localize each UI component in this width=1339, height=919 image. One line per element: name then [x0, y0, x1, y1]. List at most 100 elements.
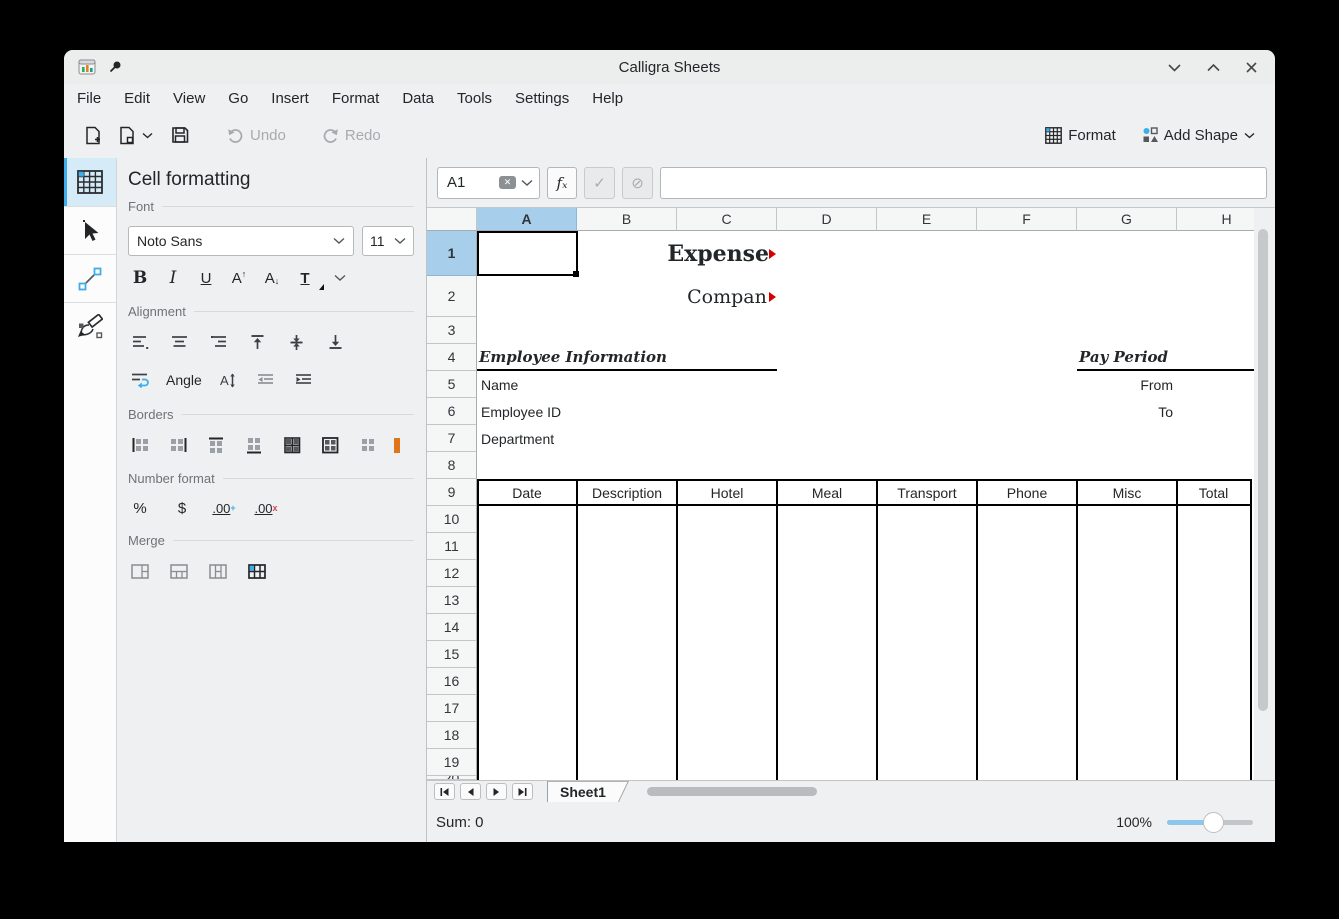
zoom-slider-knob[interactable] — [1203, 812, 1224, 833]
font-color-chevron-icon[interactable] — [334, 274, 346, 282]
percent-format-button[interactable]: % — [128, 495, 152, 521]
row-header[interactable]: 1 — [427, 231, 477, 276]
connector-tool-button[interactable] — [64, 254, 116, 302]
next-sheet-button[interactable] — [486, 783, 507, 800]
row-header[interactable]: 13 — [427, 587, 477, 614]
cell-f9[interactable]: Phone — [979, 481, 1075, 504]
vertical-scrollbar[interactable] — [1255, 208, 1271, 780]
currency-format-button[interactable]: $ — [170, 495, 194, 521]
decrease-precision-button[interactable]: .00x — [254, 495, 278, 521]
column-header-g[interactable]: G — [1077, 208, 1177, 231]
new-document-button[interactable] — [78, 122, 108, 149]
column-header-c[interactable]: C — [677, 208, 777, 231]
row-header[interactable]: 8 — [427, 452, 477, 479]
column-header-a[interactable]: A — [477, 208, 577, 231]
shrink-font-button[interactable]: A↓ — [260, 265, 284, 291]
vertical-text-button[interactable]: A — [216, 367, 240, 393]
row-header[interactable]: 12 — [427, 560, 477, 587]
cell-c1[interactable]: Expense — [677, 231, 777, 276]
row-header[interactable]: 20 — [427, 776, 477, 780]
cell-a6[interactable]: Employee ID — [481, 398, 677, 425]
horizontal-scrollbar-thumb[interactable] — [647, 787, 817, 796]
align-center-button[interactable] — [167, 329, 191, 355]
cell-a5[interactable]: Name — [481, 371, 677, 398]
border-bottom-button[interactable] — [242, 432, 266, 458]
sheet-tab[interactable]: Sheet1 — [547, 781, 628, 802]
wrap-text-button[interactable] — [128, 367, 152, 393]
row-header[interactable]: 15 — [427, 641, 477, 668]
border-all-button[interactable] — [280, 432, 304, 458]
menu-help[interactable]: Help — [592, 90, 623, 107]
cell-reference-combo[interactable]: A1 ✕ — [437, 167, 540, 199]
path-edit-tool-button[interactable] — [64, 302, 116, 350]
cell-g4[interactable]: Pay Period — [1079, 344, 1254, 370]
cell-c2[interactable]: Compan — [677, 276, 777, 317]
border-right-button[interactable] — [166, 432, 190, 458]
menu-file[interactable]: File — [77, 90, 101, 107]
cell-tool-button[interactable] — [64, 158, 116, 206]
maximize-button[interactable] — [1207, 63, 1220, 72]
menu-insert[interactable]: Insert — [271, 90, 309, 107]
first-sheet-button[interactable] — [434, 783, 455, 800]
menu-go[interactable]: Go — [228, 90, 248, 107]
column-header-b[interactable]: B — [577, 208, 677, 231]
underline-button[interactable]: U — [194, 265, 218, 291]
clear-reference-icon[interactable]: ✕ — [499, 176, 516, 189]
column-header-h[interactable]: H — [1177, 208, 1254, 231]
selection-handle[interactable] — [573, 271, 579, 277]
row-header[interactable]: 4 — [427, 344, 477, 371]
increase-precision-button[interactable]: .00+ — [212, 495, 236, 521]
merge-vertical-button[interactable] — [206, 558, 230, 584]
cell-d9[interactable]: Meal — [779, 481, 875, 504]
align-bottom-button[interactable] — [323, 329, 347, 355]
select-all-corner[interactable] — [427, 208, 477, 231]
close-button[interactable] — [1246, 62, 1257, 73]
cell-a7[interactable]: Department — [481, 425, 677, 452]
align-left-button[interactable] — [128, 329, 152, 355]
border-color-swatch[interactable] — [394, 438, 400, 453]
menu-tools[interactable]: Tools — [457, 90, 492, 107]
row-header[interactable]: 10 — [427, 506, 477, 533]
titlebar[interactable]: Calligra Sheets — [64, 50, 1275, 84]
cell-g6[interactable]: To — [1077, 398, 1173, 425]
column-header-e[interactable]: E — [877, 208, 977, 231]
angle-button[interactable]: Angle — [166, 367, 202, 393]
cell-canvas[interactable]: Expense Compan Employee Information Pay … — [477, 231, 1254, 780]
menu-view[interactable]: View — [173, 90, 205, 107]
row-header[interactable]: 5 — [427, 371, 477, 398]
border-none-button[interactable] — [356, 432, 380, 458]
cell-g5[interactable]: From — [1077, 371, 1173, 398]
format-button[interactable]: Format — [1039, 123, 1122, 148]
add-shape-button[interactable]: Add Shape — [1136, 123, 1261, 148]
vertical-scrollbar-thumb[interactable] — [1258, 229, 1268, 711]
cell-g9[interactable]: Misc — [1079, 481, 1175, 504]
cell-c9[interactable]: Hotel — [679, 481, 775, 504]
row-header[interactable]: 18 — [427, 722, 477, 749]
font-family-select[interactable]: Noto Sans — [128, 226, 354, 256]
row-header[interactable]: 19 — [427, 749, 477, 776]
menu-settings[interactable]: Settings — [515, 90, 569, 107]
bold-button[interactable]: B — [128, 265, 152, 291]
menu-format[interactable]: Format — [332, 90, 380, 107]
row-header[interactable]: 17 — [427, 695, 477, 722]
last-sheet-button[interactable] — [512, 783, 533, 800]
row-header[interactable]: 9 — [427, 479, 477, 506]
row-header[interactable]: 6 — [427, 398, 477, 425]
cell-e9[interactable]: Transport — [879, 481, 975, 504]
row-header[interactable]: 7 — [427, 425, 477, 452]
open-document-button[interactable] — [112, 122, 159, 149]
unmerge-cells-button[interactable] — [245, 558, 269, 584]
align-middle-button[interactable] — [284, 329, 308, 355]
border-outer-button[interactable] — [318, 432, 342, 458]
merge-horizontal-button[interactable] — [167, 558, 191, 584]
menu-data[interactable]: Data — [402, 90, 434, 107]
cell-selection-a1[interactable] — [477, 231, 578, 276]
pin-icon[interactable] — [108, 60, 122, 74]
increase-indent-button[interactable] — [292, 367, 316, 393]
font-color-button[interactable]: T — [293, 265, 317, 291]
italic-button[interactable]: I — [161, 265, 185, 291]
row-header[interactable]: 3 — [427, 317, 477, 344]
row-header[interactable]: 14 — [427, 614, 477, 641]
previous-sheet-button[interactable] — [460, 783, 481, 800]
align-top-button[interactable] — [245, 329, 269, 355]
